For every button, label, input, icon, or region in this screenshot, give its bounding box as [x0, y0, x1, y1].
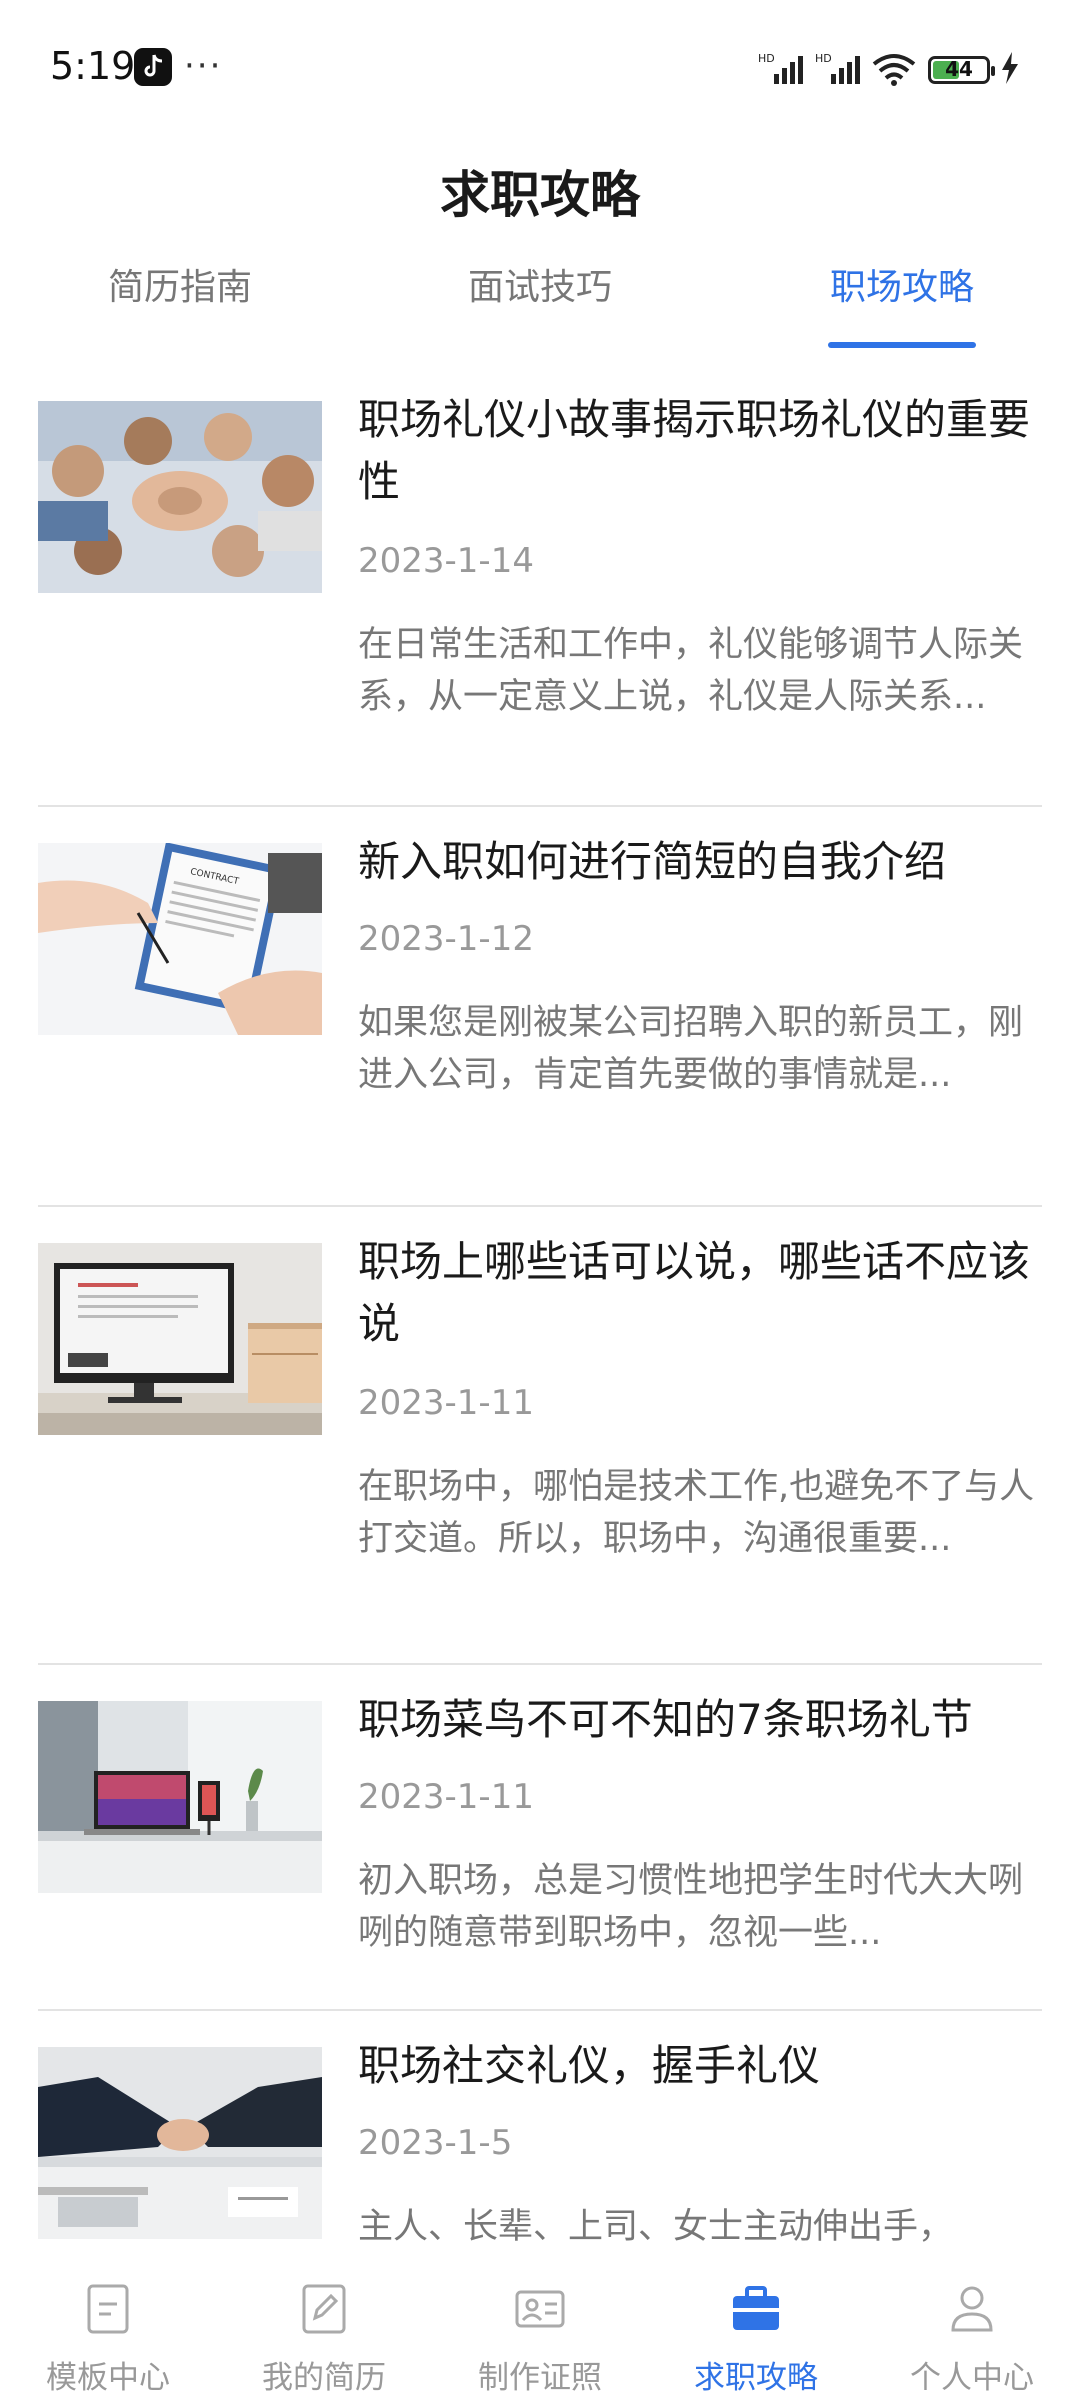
more-notifications-icon: ··· — [184, 46, 223, 86]
nav-personal-center[interactable]: 个人中心 — [864, 2260, 1080, 2400]
category-tabs: 简历指南 面试技巧 职场攻略 — [0, 258, 1080, 348]
nav-label: 我的简历 — [262, 2360, 386, 2396]
article-date: 2023-1-11 — [358, 1383, 534, 1423]
edit-resume-icon — [302, 2284, 346, 2334]
battery-level: 44 — [945, 57, 973, 81]
article-title: 新入职如何进行简短的自我介绍 — [358, 837, 947, 886]
nav-template-center[interactable]: 模板中心 — [0, 2260, 216, 2400]
active-tab-indicator — [828, 342, 976, 348]
bottom-navigation: 模板中心 我的简历 制作证照 求职攻略 个人中心 — [0, 2260, 1080, 2400]
tiktok-notification-icon — [134, 48, 172, 86]
article-title: 职场社交礼仪，握手礼仪 — [358, 2041, 821, 2090]
charging-icon — [1002, 52, 1018, 84]
id-card-icon — [515, 2290, 565, 2328]
tab-resume-guide[interactable]: 简历指南 — [30, 258, 330, 310]
article-list: 职场礼仪小故事揭示职场礼仪的重要性 2023-1-14 在日常生活和工作中，礼仪… — [0, 365, 1080, 2260]
signal-icon: HD — [758, 52, 803, 84]
article-date: 2023-1-12 — [358, 919, 534, 959]
article-summary: 主人、长辈、上司、女士主动伸出手， — [358, 2207, 954, 2247]
nav-my-resume[interactable]: 我的简历 — [216, 2260, 432, 2400]
nav-label: 求职攻略 — [694, 2360, 818, 2396]
article-title: 职场菜鸟不可不知的7条职场礼节 — [358, 1695, 973, 1744]
article-summary: 如果您是刚被某公司招聘入职的新员工，刚进入公司，肯定首先要做的事情就是... — [358, 1003, 1024, 1095]
article-date: 2023-1-14 — [358, 541, 534, 581]
tab-workplace-guide[interactable]: 职场攻略 — [752, 258, 1052, 310]
article-thumbnail — [38, 1701, 322, 1893]
template-icon — [87, 2284, 129, 2334]
wifi-icon — [872, 54, 916, 86]
article-thumbnail — [38, 1243, 322, 1435]
article-title: 职场礼仪小故事揭示职场礼仪的重要性 — [358, 395, 1031, 506]
article-date: 2023-1-5 — [358, 2123, 513, 2163]
nav-label: 制作证照 — [478, 2360, 602, 2396]
nav-job-guide[interactable]: 求职攻略 — [648, 2260, 864, 2400]
article-thumbnail — [38, 401, 322, 593]
list-item[interactable]: 职场礼仪小故事揭示职场礼仪的重要性 2023-1-14 在日常生活和工作中，礼仪… — [0, 365, 1080, 807]
article-date: 2023-1-11 — [358, 1777, 534, 1817]
svg-text:HD: HD — [815, 52, 832, 65]
article-title: 职场上哪些话可以说，哪些话不应该说 — [358, 1237, 1031, 1348]
signal-icon-2: HD — [815, 52, 860, 84]
battery-icon: 44 — [928, 56, 995, 84]
article-summary: 初入职场，总是习惯性地把学生时代大大咧咧的随意带到职场中，忽视一些... — [358, 1861, 1024, 1953]
person-icon — [951, 2286, 993, 2332]
list-item[interactable]: 职场上哪些话可以说，哪些话不应该说 2023-1-11 在职场中，哪怕是技术工作… — [0, 1207, 1080, 1665]
tab-interview-tips[interactable]: 面试技巧 — [390, 258, 690, 310]
briefcase-icon — [733, 2286, 779, 2330]
svg-text:HD: HD — [758, 52, 775, 65]
article-summary: 在职场中，哪怕是技术工作,也避免不了与人打交道。所以，职场中，沟通很重要... — [358, 1467, 1035, 1559]
list-item[interactable]: 职场菜鸟不可不知的7条职场礼节 2023-1-11 初入职场，总是习惯性地把学生… — [0, 1665, 1080, 2011]
nav-label: 模板中心 — [46, 2360, 170, 2396]
status-bar: 5:19 ··· HD HD 44 — [0, 0, 1080, 140]
article-summary: 在日常生活和工作中，礼仪能够调节人际关系，从一定意义上说，礼仪是人际关系... — [358, 625, 1024, 717]
status-time: 5:19 — [50, 44, 136, 88]
article-thumbnail — [38, 2047, 322, 2239]
nav-label: 个人中心 — [910, 2360, 1034, 2396]
list-item[interactable]: CONTRACT 新入职如何进行简短的自我介绍 2023-1-12 如果您是刚被… — [0, 807, 1080, 1207]
page-title: 求职攻略 — [440, 166, 640, 224]
list-item[interactable]: 职场社交礼仪，握手礼仪 2023-1-5 主人、长辈、上司、女士主动伸出手， — [0, 2011, 1080, 2260]
article-thumbnail: CONTRACT — [38, 843, 322, 1035]
nav-make-id-photo[interactable]: 制作证照 — [432, 2260, 648, 2400]
